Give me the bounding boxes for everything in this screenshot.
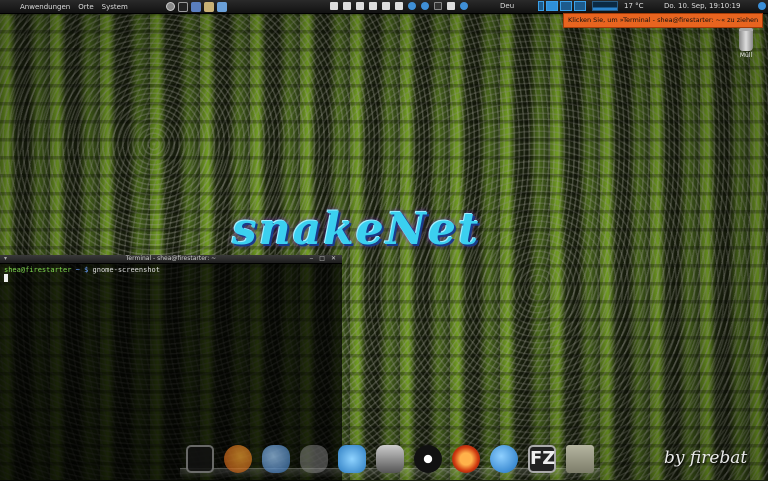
terminal-line: shea@firestarter ~ $ gnome-screenshot <box>4 266 338 274</box>
maximize-button[interactable]: □ <box>319 255 325 263</box>
paint-icon[interactable] <box>203 1 214 12</box>
cpu-graph <box>592 1 618 11</box>
workspace-3[interactable] <box>560 1 572 11</box>
update-icon[interactable] <box>421 2 429 10</box>
filezilla-icon[interactable]: FZ <box>528 445 556 473</box>
gimp-icon[interactable] <box>300 445 328 473</box>
thunderbird-icon[interactable] <box>262 445 290 473</box>
bird-icon[interactable] <box>338 445 366 473</box>
keyboard-layout[interactable]: Deu <box>500 0 514 13</box>
notification-area <box>330 2 468 10</box>
wallpaper-signature: by firebat <box>664 448 748 468</box>
panel-launchers <box>165 1 227 12</box>
terminal-titlebar[interactable]: ▾ Terminal - shea@firestarter: ~ ‒ □ ✕ <box>0 255 342 264</box>
trash[interactable]: Müll <box>736 28 756 62</box>
volume-icon[interactable] <box>447 2 455 10</box>
workspace-2[interactable] <box>546 1 558 11</box>
media-icon[interactable] <box>452 445 480 473</box>
cube-icon[interactable] <box>460 2 468 10</box>
trash-icon <box>739 28 753 51</box>
paper-icon[interactable] <box>369 2 377 10</box>
workspace-switcher[interactable] <box>538 1 586 11</box>
workspace-4[interactable] <box>574 1 586 11</box>
calendar-icon[interactable] <box>382 2 390 10</box>
menu-system[interactable]: System <box>102 3 128 11</box>
minimize-button[interactable]: ‒ <box>309 255 313 263</box>
prompt-path: ~ $ <box>75 266 89 274</box>
battery-icon[interactable] <box>434 2 442 10</box>
firefox-icon[interactable] <box>224 445 252 473</box>
window-menu-icon[interactable]: ▾ <box>4 255 7 263</box>
system-monitor-icon[interactable] <box>190 1 201 12</box>
note-icon[interactable] <box>330 2 338 10</box>
snakenet-logo: snakeNet <box>232 204 481 255</box>
menu-applications[interactable]: Anwendungen <box>20 3 70 11</box>
clock[interactable]: Do. 10. Sep, 19:10:19 <box>664 0 740 13</box>
shutdown-icon[interactable] <box>758 2 766 10</box>
camera-icon[interactable] <box>376 445 404 473</box>
terminal-launcher-icon[interactable] <box>177 1 188 12</box>
tooltip: Klicken Sie, um »Terminal - shea@firesta… <box>563 13 764 28</box>
document-icon[interactable] <box>343 2 351 10</box>
trash-label: Müll <box>739 52 753 59</box>
close-button[interactable]: ✕ <box>331 255 336 263</box>
terminal-title: Terminal - shea@firestarter: ~ <box>125 255 217 262</box>
window-icon[interactable] <box>395 2 403 10</box>
folder-icon[interactable] <box>566 445 594 473</box>
dock: FZ <box>180 437 600 477</box>
weather-label[interactable]: 17 °C <box>624 0 644 13</box>
clipboard-icon[interactable] <box>356 2 364 10</box>
menu-places[interactable]: Orte <box>78 3 93 11</box>
workspace-1[interactable] <box>538 1 544 11</box>
terminal-cursor <box>4 274 8 282</box>
search-icon[interactable] <box>165 2 175 11</box>
terminal-icon[interactable] <box>186 445 214 473</box>
network-icon[interactable] <box>408 2 416 10</box>
prompt-user: shea@firestarter <box>4 266 72 274</box>
top-panel: Anwendungen Orte System Deu 17 °C Do. 10… <box>0 0 768 14</box>
package-icon[interactable] <box>216 1 227 12</box>
terminal-command: gnome-screenshot <box>92 266 160 274</box>
compiz-icon[interactable] <box>414 445 442 473</box>
chat-icon[interactable] <box>490 445 518 473</box>
